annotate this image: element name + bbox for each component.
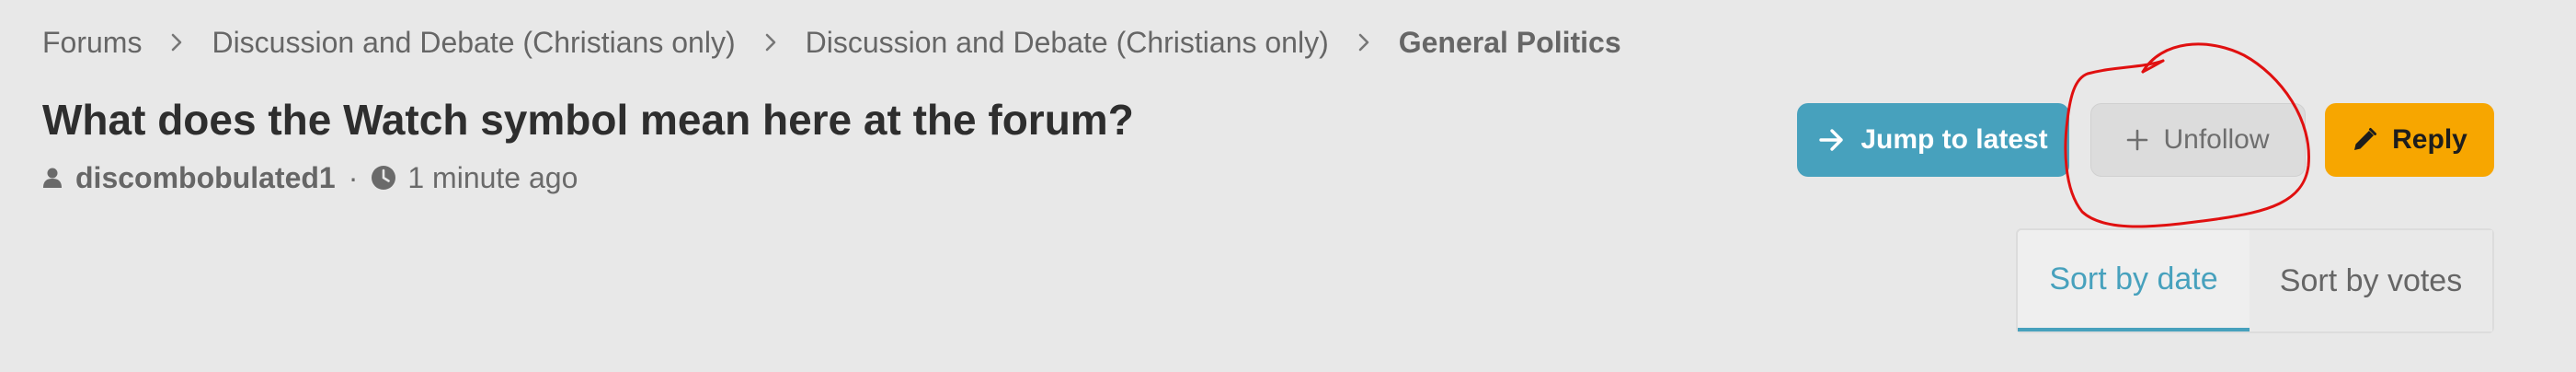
thread-timestamp: 1 minute ago [407, 160, 578, 194]
sort-tabs: Sort by date Sort by votes [2016, 228, 2494, 333]
thread-meta: discombobulated1 · 1 minute ago [42, 157, 578, 199]
breadcrumb-item-forums[interactable]: Forums [42, 26, 142, 60]
breadcrumb-item-discussion-and-debate[interactable]: Discussion and Debate (Christians only) [212, 26, 735, 60]
jump-to-latest-button[interactable]: Jump to latest [1797, 103, 2069, 177]
chevron-right-icon [736, 32, 806, 52]
user-icon [42, 167, 63, 189]
chevron-right-icon [142, 32, 212, 52]
clock-icon [371, 165, 396, 191]
jump-to-latest-label: Jump to latest [1860, 124, 2048, 155]
breadcrumb-item-discussion-and-debate-sub[interactable]: Discussion and Debate (Christians only) [806, 26, 1329, 60]
thread-author-link[interactable]: discombobulated1 [75, 161, 336, 195]
sort-by-votes-tab[interactable]: Sort by votes [2250, 230, 2492, 331]
chevron-right-icon [1329, 32, 1399, 52]
meta-separator: · [348, 160, 359, 194]
arrow-right-icon [1818, 128, 1846, 152]
unfollow-label: Unfollow [2163, 124, 2270, 155]
unfollow-button[interactable]: Unfollow [2090, 103, 2306, 177]
pencil-icon [2352, 127, 2377, 153]
reply-label: Reply [2392, 124, 2467, 155]
breadcrumb-item-general-politics[interactable]: General Politics [1399, 26, 1621, 60]
reply-button[interactable]: Reply [2325, 103, 2494, 177]
plus-icon [2126, 129, 2148, 151]
sort-by-date-tab[interactable]: Sort by date [2018, 230, 2250, 331]
thread-title: What does the Watch symbol mean here at … [42, 96, 1134, 144]
breadcrumb: Forums Discussion and Debate (Christians… [42, 20, 1621, 64]
